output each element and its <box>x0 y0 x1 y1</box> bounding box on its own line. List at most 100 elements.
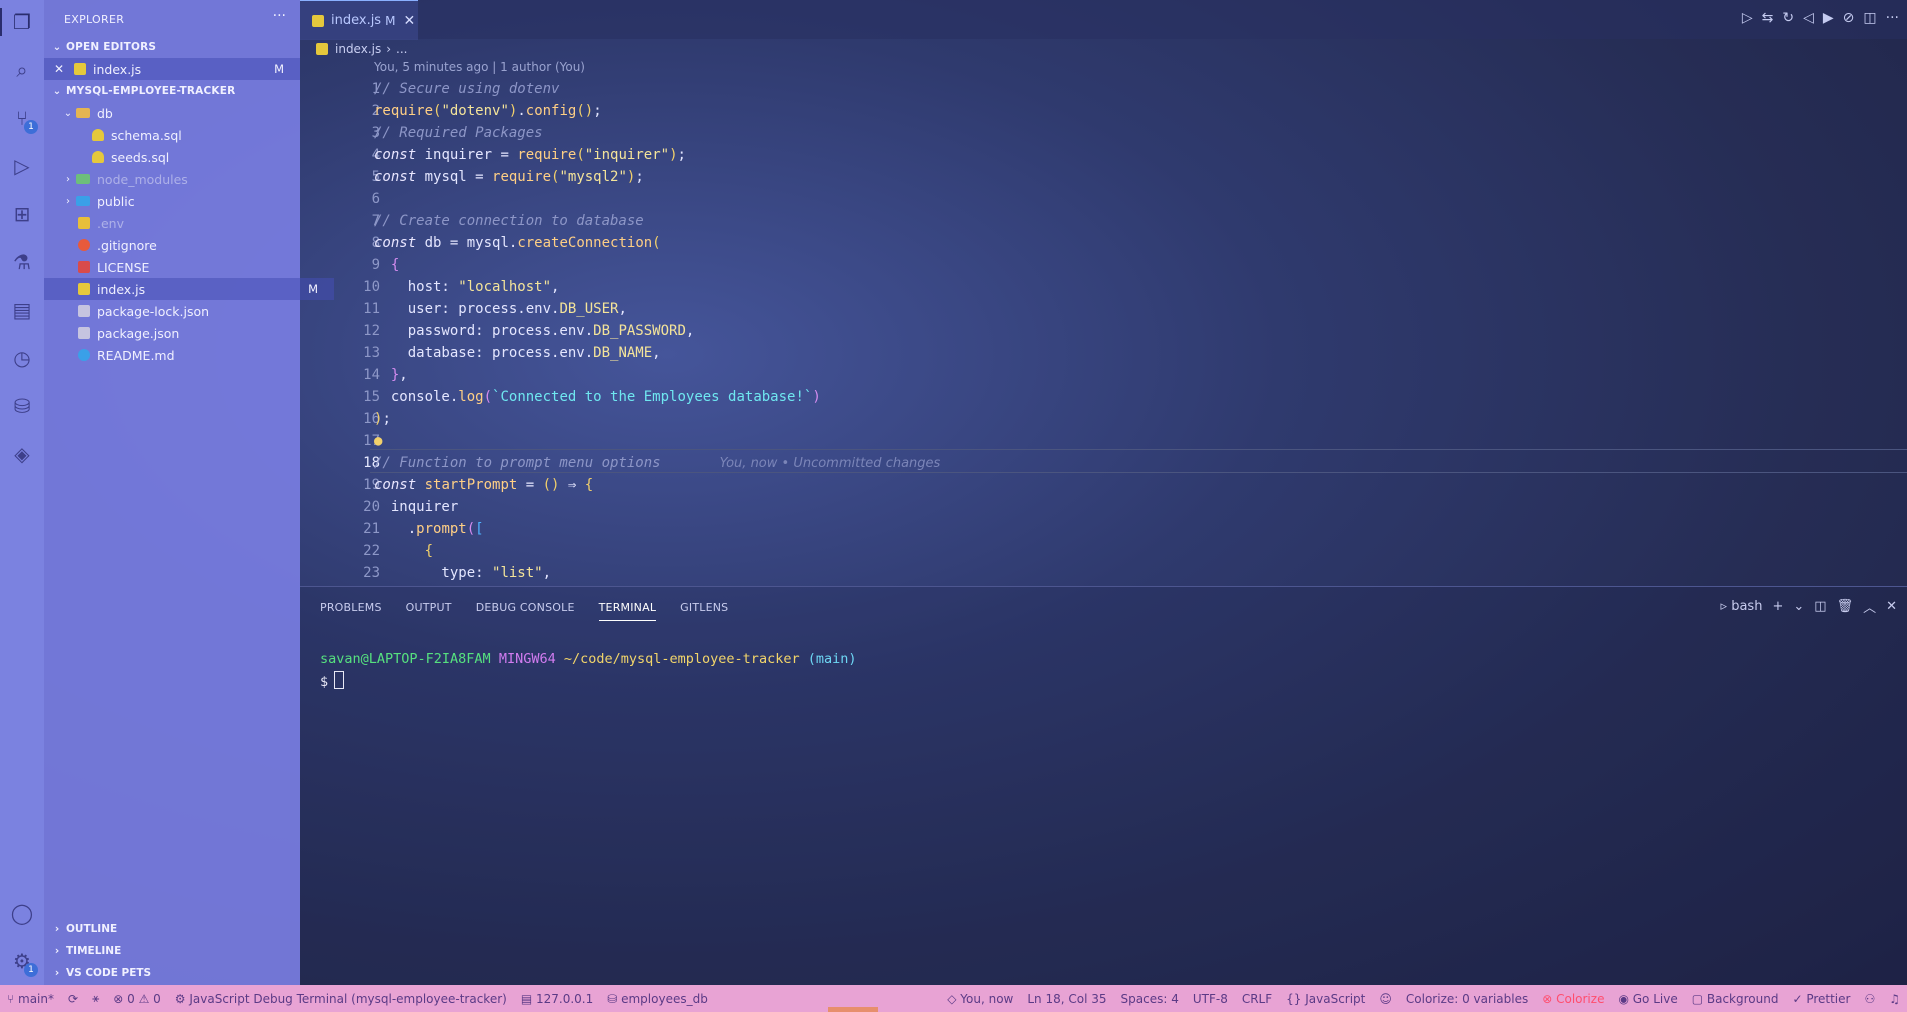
project-header[interactable]: ⌄ MYSQL-EMPLOYEE-TRACKER <box>44 81 300 101</box>
tree-folder-public[interactable]: › public <box>44 190 316 212</box>
accounts-icon[interactable]: ⚇ <box>1857 992 1882 1006</box>
terminal-input-line[interactable]: $ <box>320 671 345 690</box>
line-number: 17 <box>363 433 380 449</box>
timeline-section[interactable]: › TIMELINE <box>44 940 300 962</box>
blame-codelens[interactable]: You, 5 minutes ago | 1 author (You) <box>374 60 585 78</box>
tree-folder-node-modules[interactable]: › node_modules <box>44 168 316 190</box>
code-editor[interactable]: You, 5 minutes ago | 1 author (You) 1 2 … <box>300 60 1907 582</box>
bottom-panel: PROBLEMS OUTPUT DEBUG CONSOLE TERMINAL G… <box>300 586 1907 986</box>
tree-file-package-json[interactable]: package.json <box>44 322 334 344</box>
toggle-blame-icon[interactable]: ⊘ <box>1843 10 1855 26</box>
close-icon[interactable]: ✕ <box>403 13 415 29</box>
tab-output[interactable]: OUTPUT <box>406 601 452 621</box>
close-icon[interactable]: ✕ <box>44 62 74 76</box>
more-actions-icon[interactable]: ··· <box>1886 10 1899 26</box>
code-line: console.log(`Connected to the Employees … <box>374 389 821 405</box>
status-blame[interactable]: ◇ You, now <box>940 992 1020 1006</box>
code-line: // Required Packages <box>374 125 543 141</box>
database-file-icon <box>92 129 104 141</box>
tab-debug-console[interactable]: DEBUG CONSOLE <box>476 601 575 621</box>
maximize-panel-icon[interactable]: ︿ <box>1863 597 1876 616</box>
status-problems[interactable]: ⊗ 0 ⚠ 0 <box>106 992 168 1006</box>
chevron-down-icon[interactable]: ⌄ <box>1793 599 1804 614</box>
code-line: password: process.env.DB_PASSWORD, <box>374 323 695 339</box>
status-debug-terminal[interactable]: ⚙ JavaScript Debug Terminal (mysql-emplo… <box>168 992 514 1006</box>
status-prettier[interactable]: ✓ Prettier <box>1785 992 1857 1006</box>
next-change-icon[interactable]: ▶ <box>1823 10 1834 26</box>
settings-icon[interactable]: ⚙ 1 <box>0 939 44 983</box>
run-debug-icon[interactable]: ▷ <box>0 144 44 188</box>
status-colorize-action[interactable]: ⊗ Colorize <box>1535 992 1611 1006</box>
tab-terminal[interactable]: TERMINAL <box>598 601 657 621</box>
timeline-icon[interactable]: ↻ <box>1782 10 1794 26</box>
database-file-icon <box>92 151 104 163</box>
database-icon[interactable]: ⛁ <box>0 384 44 428</box>
editor-tab-bar: index.js M ✕ ▷ ⇆ ↻ ◁ ▶ ⊘ ◫ ··· <box>300 0 1907 40</box>
terminal-selector[interactable]: ▹ bash <box>1721 599 1763 614</box>
status-eol[interactable]: CRLF <box>1235 992 1279 1006</box>
status-db-host[interactable]: ▤ 127.0.0.1 <box>514 992 600 1006</box>
info-file-icon <box>78 349 90 361</box>
account-icon[interactable]: ◯ <box>0 891 44 935</box>
status-encoding[interactable]: UTF-8 <box>1186 992 1235 1006</box>
run-icon[interactable]: ▷ <box>1742 10 1753 26</box>
lightbulb-icon[interactable]: ● <box>374 430 382 452</box>
tab-gitlens[interactable]: GITLENS <box>680 601 728 621</box>
tree-file-readme[interactable]: README.md <box>44 344 334 366</box>
status-background[interactable]: ▢ Background <box>1685 992 1786 1006</box>
status-go-live[interactable]: ◉ Go Live <box>1611 992 1684 1006</box>
files-icon[interactable]: ❐ <box>0 0 44 44</box>
status-language[interactable]: {} JavaScript <box>1279 992 1372 1006</box>
chevron-right-icon: › <box>66 173 70 185</box>
new-terminal-icon[interactable]: + <box>1772 599 1783 614</box>
status-db-name[interactable]: ⛁ employees_db <box>600 992 715 1006</box>
more-actions-icon[interactable]: ··· <box>273 8 286 24</box>
notifications-icon[interactable]: ♫ <box>1882 992 1907 1006</box>
breadcrumb-file[interactable]: index.js <box>335 42 381 56</box>
tree-file-index-js[interactable]: index.js M <box>44 278 334 300</box>
tree-folder-db[interactable]: ⌄ db <box>44 102 316 124</box>
status-branch[interactable]: ⑂ main* <box>0 992 61 1006</box>
line-number: 15 <box>363 389 380 405</box>
tree-file-gitignore[interactable]: .gitignore <box>44 234 334 256</box>
layers-icon[interactable]: ◈ <box>0 432 44 476</box>
chevron-right-icon: › <box>54 923 60 935</box>
line-number: 22 <box>363 543 380 559</box>
tree-file-env[interactable]: .env <box>44 212 334 234</box>
vscode-pets-section[interactable]: › VS CODE PETS <box>44 962 300 984</box>
tab-index-js[interactable]: index.js M ✕ <box>300 0 418 40</box>
code-line: require("dotenv").config(); <box>374 103 602 119</box>
activity-bar: ❐ ⌕ ⑂ 1 ▷ ⊞ ⚗ ▤ ◷ ⛁ ◈ ◯ ⚙ 1 <box>0 0 44 985</box>
open-editor-index-js[interactable]: ✕ index.js M <box>44 58 300 80</box>
extensions-icon[interactable]: ⊞ <box>0 192 44 236</box>
tree-file-package-lock-json[interactable]: package-lock.json <box>44 300 334 322</box>
testing-icon[interactable]: ⚗ <box>0 240 44 284</box>
search-icon[interactable]: ⌕ <box>0 48 44 92</box>
previous-change-icon[interactable]: ◁ <box>1803 10 1814 26</box>
tree-file-license[interactable]: LICENSE <box>44 256 334 278</box>
trash-icon[interactable]: 🗑 <box>1837 599 1854 614</box>
notebook-icon[interactable]: ▤ <box>0 288 44 332</box>
open-editors-header[interactable]: ⌄ OPEN EDITORS <box>44 37 300 57</box>
line-number: 19 <box>363 477 380 493</box>
sync-icon[interactable]: ⟳ <box>61 992 85 1006</box>
status-cursor-position[interactable]: Ln 18, Col 35 <box>1020 992 1113 1006</box>
split-editor-icon[interactable]: ◫ <box>1863 10 1876 26</box>
tab-problems[interactable]: PROBLEMS <box>320 601 382 621</box>
source-control-icon[interactable]: ⑂ 1 <box>0 96 44 140</box>
terminal-prompt-line[interactable]: savan@LAPTOP-F2IA8FAM MINGW64 ~/code/mys… <box>320 651 857 667</box>
outline-section[interactable]: › OUTLINE <box>44 918 300 940</box>
terminal-icon: ▹ <box>1720 599 1728 614</box>
line-number: 2 <box>371 103 380 119</box>
status-indent[interactable]: Spaces: 4 <box>1114 992 1186 1006</box>
split-terminal-icon[interactable]: ◫ <box>1814 599 1826 614</box>
feedback-icon[interactable]: ☺ <box>1372 992 1399 1006</box>
breadcrumb-symbol[interactable]: ... <box>396 42 407 56</box>
status-colorize[interactable]: Colorize: 0 variables <box>1399 992 1535 1006</box>
git-graph-icon[interactable]: ◷ <box>0 336 44 380</box>
compare-icon[interactable]: ⇆ <box>1762 10 1774 26</box>
env-file-icon <box>78 217 90 229</box>
close-panel-icon[interactable]: ✕ <box>1886 599 1897 614</box>
line-number: 13 <box>363 345 380 361</box>
publish-icon[interactable]: ⚹ <box>85 991 106 1006</box>
